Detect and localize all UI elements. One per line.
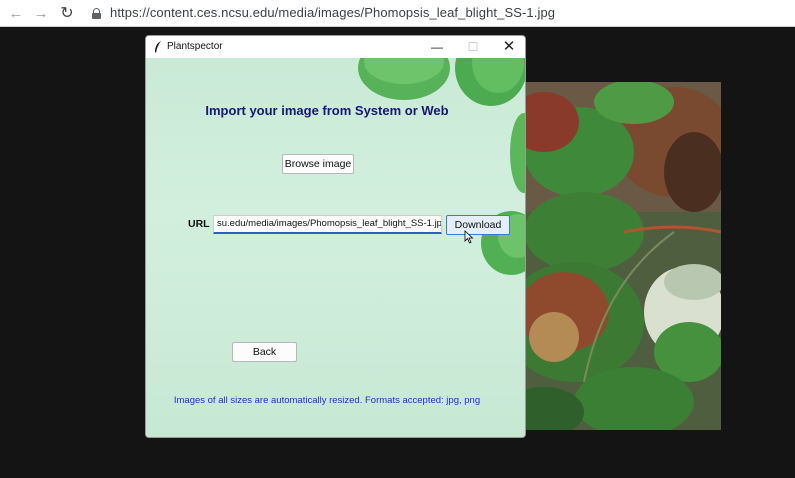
feather-icon — [155, 41, 161, 53]
back-icon[interactable]: ← — [6, 4, 26, 24]
address-bar[interactable]: https://content.ces.ncsu.edu/media/image… — [110, 5, 555, 20]
browse-image-button[interactable]: Browse image — [282, 154, 354, 174]
format-note: Images of all sizes are automatically re… — [173, 395, 481, 406]
download-button[interactable]: Download — [446, 215, 510, 235]
url-label: URL — [188, 218, 210, 230]
title-bar[interactable]: Plantspector — ☐ ✕ — [146, 36, 525, 58]
reload-icon[interactable]: ↻ — [57, 4, 77, 24]
forward-icon[interactable]: → — [31, 4, 51, 24]
url-input[interactable]: su.edu/media/images/Phomopsis_leaf_bligh… — [213, 215, 442, 234]
leaf-photo — [524, 82, 721, 430]
close-icon[interactable]: ✕ — [500, 38, 518, 56]
lock-icon[interactable] — [92, 8, 101, 19]
app-window: Plantspector — ☐ ✕ Import your image fro… — [145, 35, 526, 438]
mouse-cursor-icon — [464, 230, 474, 244]
browser-toolbar: ← → ↻ https://content.ces.ncsu.edu/media… — [0, 0, 795, 27]
window-title: Plantspector — [167, 41, 223, 52]
page-heading: Import your image from System or Web — [205, 103, 449, 118]
maximize-icon[interactable]: ☐ — [464, 38, 482, 56]
back-button[interactable]: Back — [232, 342, 297, 362]
app-content: Import your image from System or Web Bro… — [146, 58, 525, 437]
minimize-icon[interactable]: — — [428, 38, 446, 56]
